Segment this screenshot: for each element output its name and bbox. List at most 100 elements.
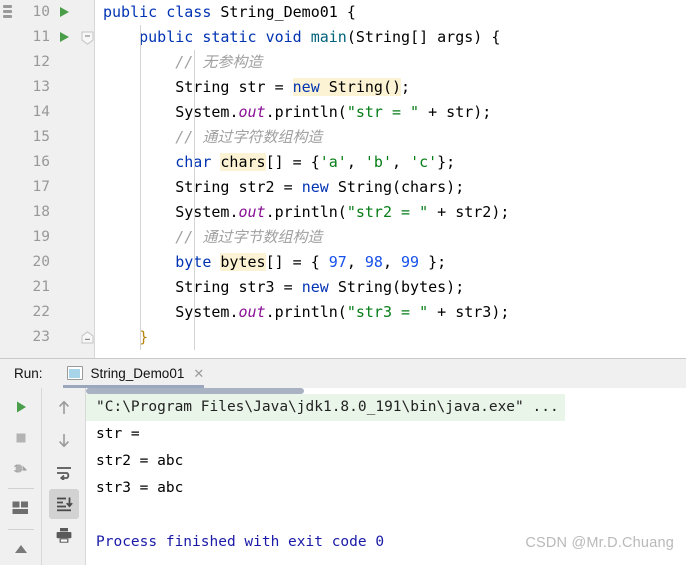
line-number: 12 — [32, 54, 50, 70]
gutter-row[interactable]: 20 — [16, 250, 94, 275]
indent-guide — [194, 50, 195, 350]
toolbar-separator — [7, 488, 34, 490]
code-token: // 通过字符数组构造 — [175, 128, 323, 146]
code-token: "str3 = " — [346, 303, 429, 321]
code-line[interactable]: // 通过字符数组构造 — [95, 125, 686, 150]
code-token: [] = { — [265, 153, 320, 171]
arrow-down-icon — [58, 433, 69, 448]
console-output[interactable]: "C:\Program Files\Java\jdk1.8.0_191\bin\… — [86, 387, 686, 565]
dump-threads-button[interactable] — [6, 454, 36, 482]
run-configuration-tab[interactable]: String_Demo01 ✕ — [62, 359, 211, 388]
console-line: "C:\Program Files\Java\jdk1.8.0_191\bin\… — [86, 393, 686, 421]
code-line[interactable]: public static void main(String[] args) { — [95, 25, 686, 50]
code-token: [] args) { — [410, 28, 501, 46]
bug-icon — [14, 463, 27, 473]
console-line — [86, 502, 686, 529]
code-line[interactable]: // 无参构造 — [95, 50, 686, 75]
gutter-row[interactable]: 13 — [16, 75, 94, 100]
editor-gutter[interactable]: 10 11 12 13 14 15 16 17 18 19 20 21 22 23 — [16, 0, 95, 358]
line-number: 18 — [32, 204, 50, 220]
code-line[interactable]: // 通过字节数组构造 — [95, 225, 686, 250]
code-line[interactable]: System.out.println("str3 = " + str3); — [95, 300, 686, 325]
code-line[interactable]: String str = new String(); — [95, 75, 686, 100]
gutter-row[interactable]: 10 — [16, 0, 94, 25]
fold-collapse-icon[interactable] — [81, 31, 94, 45]
code-token: ( — [346, 28, 356, 46]
code-token: () — [382, 78, 402, 96]
code-line[interactable]: String str3 = new String(bytes); — [95, 275, 686, 300]
code-token: }; — [437, 153, 456, 171]
down-button[interactable] — [49, 425, 79, 455]
run-toolbar-right[interactable] — [42, 387, 86, 565]
gutter-row[interactable]: 19 — [16, 225, 94, 250]
code-token: + str3); — [428, 303, 510, 321]
code-token: str2 = — [229, 178, 302, 196]
gutter-row[interactable]: 23 — [16, 325, 94, 350]
run-tab-title: String_Demo01 — [90, 365, 185, 381]
code-line[interactable]: byte bytes[] = { 97, 98, 99 }; — [95, 250, 686, 275]
code-token: public — [103, 3, 158, 21]
gutter-row[interactable]: 17 — [16, 175, 94, 200]
rerun-button[interactable] — [6, 393, 36, 421]
gutter-row[interactable]: 14 — [16, 100, 94, 125]
close-icon[interactable]: ✕ — [193, 367, 204, 380]
code-token: new — [301, 178, 329, 196]
code-token: [] = { — [265, 253, 329, 271]
code-token: String — [337, 178, 392, 196]
code-token: System — [175, 103, 230, 121]
code-token: new — [292, 78, 320, 96]
gutter-row[interactable]: 21 — [16, 275, 94, 300]
console-line-text: "C:\Program Files\Java\jdk1.8.0_191\bin\… — [86, 393, 565, 421]
code-token: String — [355, 28, 411, 46]
line-number: 16 — [32, 154, 50, 170]
gutter-row[interactable]: 15 — [16, 125, 94, 150]
gutter-row[interactable]: 16 — [16, 150, 94, 175]
code-content[interactable]: public class String_Demo01 { public stat… — [95, 0, 686, 358]
scroll-to-end-button[interactable] — [48, 488, 79, 519]
gutter-row[interactable]: 18 — [16, 200, 94, 225]
run-gutter-icon[interactable] — [60, 32, 69, 42]
code-line[interactable]: char chars[] = {'a', 'b', 'c'}; — [95, 150, 686, 175]
code-token: { — [337, 3, 356, 21]
soft-wrap-button[interactable] — [49, 457, 79, 487]
code-token: str3 = — [229, 278, 302, 296]
code-line[interactable]: } — [95, 325, 686, 350]
code-line[interactable]: System.out.println("str = " + str); — [95, 100, 686, 125]
print-button[interactable] — [49, 521, 79, 551]
console-line-text: str3 = abc — [96, 479, 184, 496]
layout-button[interactable] — [6, 494, 36, 522]
code-token: str = — [229, 78, 293, 96]
code-token: 'b' — [364, 153, 392, 171]
code-token: class — [166, 3, 212, 21]
code-line[interactable]: String str2 = new String(chars); — [95, 175, 686, 200]
code-editor[interactable]: 10 11 12 13 14 15 16 17 18 19 20 21 22 23 public clas… — [0, 0, 686, 358]
line-number: 23 — [32, 329, 50, 345]
console-scrollbar[interactable] — [86, 387, 304, 394]
code-token: main — [310, 28, 347, 46]
gutter-row[interactable]: 12 — [16, 50, 94, 75]
expand-button[interactable] — [6, 535, 36, 563]
gutter-widget-icon[interactable] — [3, 5, 12, 18]
run-label: Run: — [14, 365, 43, 381]
code-token: static — [202, 28, 257, 46]
line-number: 13 — [32, 79, 50, 95]
code-token: out — [238, 103, 266, 121]
fold-end-icon[interactable] — [81, 331, 94, 344]
code-token: System — [175, 303, 230, 321]
up-button[interactable] — [49, 393, 79, 423]
run-toolbar-left[interactable] — [0, 387, 42, 565]
gutter-row[interactable]: 11 — [16, 25, 94, 50]
code-token: .println( — [265, 103, 347, 121]
code-token: public — [139, 28, 194, 46]
code-line[interactable]: public class String_Demo01 { — [95, 0, 686, 25]
code-token: String — [175, 178, 230, 196]
stop-button[interactable] — [6, 423, 36, 451]
printer-icon — [56, 528, 71, 544]
run-gutter-icon[interactable] — [60, 7, 69, 17]
gutter-row[interactable]: 22 — [16, 300, 94, 325]
code-line[interactable]: System.out.println("str2 = " + str2); — [95, 200, 686, 225]
code-token: , — [382, 253, 402, 271]
